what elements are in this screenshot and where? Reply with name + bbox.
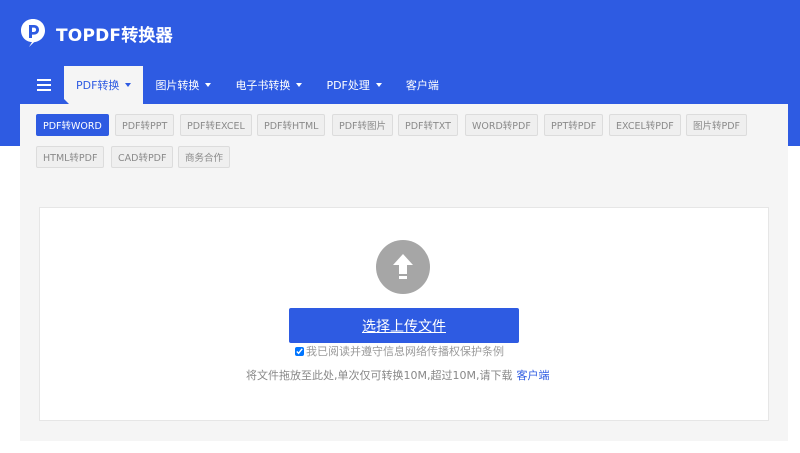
upload-arrow-glyph	[393, 254, 413, 279]
nav-items: PDF转换 图片转换 电子书转换 PDF处理 客户端	[64, 66, 451, 104]
subnav-excel-to-pdf[interactable]: EXCEL转PDF	[609, 114, 681, 136]
topdf-logo-icon	[21, 19, 45, 47]
nav-item-label: PDF转换	[76, 79, 120, 92]
nav-item-client[interactable]: 客户端	[394, 66, 451, 104]
nav-item-label: PDF处理	[326, 79, 370, 92]
agreement-text: 我已阅读并遵守信息网络传播权保护条例	[306, 345, 504, 358]
upload-arrow-icon[interactable]	[376, 240, 430, 294]
subnav-word-to-pdf[interactable]: WORD转PDF	[465, 114, 538, 136]
subnav-cad-to-pdf[interactable]: CAD转PDF	[111, 146, 174, 168]
upload-hint: 将文件拖放至此处,单次仅可转换10M,超过10M,请下载 客户端	[246, 367, 549, 382]
nav-item-label: 客户端	[405, 79, 439, 92]
subnav-pdf-to-excel[interactable]: PDF转EXCEL	[180, 114, 252, 136]
nav-item-image-convert[interactable]: 图片转换	[143, 66, 223, 104]
brand-logo[interactable]: TOPDF转换器	[20, 18, 173, 48]
nav-item-pdf-process[interactable]: PDF处理	[314, 66, 393, 104]
upload-hint-text: 将文件拖放至此处,单次仅可转换10M,超过10M,请下载	[246, 369, 513, 382]
brand-name: TOPDF转换器	[56, 25, 173, 46]
hamburger-icon[interactable]	[0, 66, 51, 104]
nav-item-pdf-convert[interactable]: PDF转换	[64, 66, 144, 104]
subnav-pdf-to-image[interactable]: PDF转图片	[332, 114, 394, 136]
chevron-down-icon	[205, 83, 212, 87]
subnav-pdf-to-html[interactable]: PDF转HTML	[257, 114, 326, 136]
subnav-html-to-pdf[interactable]: HTML转PDF	[36, 146, 105, 168]
subnav-ppt-to-pdf[interactable]: PPT转PDF	[544, 114, 604, 136]
subnav-image-to-pdf[interactable]: 图片转PDF	[686, 114, 748, 136]
nav-item-label: 图片转换	[155, 79, 200, 92]
agreement-checkbox[interactable]	[295, 346, 304, 356]
chevron-down-icon	[375, 83, 382, 87]
chevron-down-icon	[296, 83, 303, 87]
subnav-pdf-to-txt[interactable]: PDF转TXT	[398, 114, 458, 136]
client-download-link[interactable]: 客户端	[516, 369, 549, 382]
subnav-business-coop[interactable]: 商务合作	[178, 146, 231, 168]
select-upload-file-button[interactable]: 选择上传文件	[289, 308, 519, 343]
subnav-pdf-to-ppt[interactable]: PDF转PPT	[115, 114, 175, 136]
agreement-row: 我已阅读并遵守信息网络传播权保护条例	[295, 344, 504, 358]
subnav-pdf-to-word[interactable]: PDF转WORD	[36, 114, 109, 136]
nav-item-ebook-convert[interactable]: 电子书转换	[223, 66, 314, 104]
main-nav: PDF转换 图片转换 电子书转换 PDF处理 客户端	[0, 66, 439, 104]
chevron-down-icon	[125, 83, 132, 87]
nav-item-label: 电子书转换	[235, 79, 291, 92]
